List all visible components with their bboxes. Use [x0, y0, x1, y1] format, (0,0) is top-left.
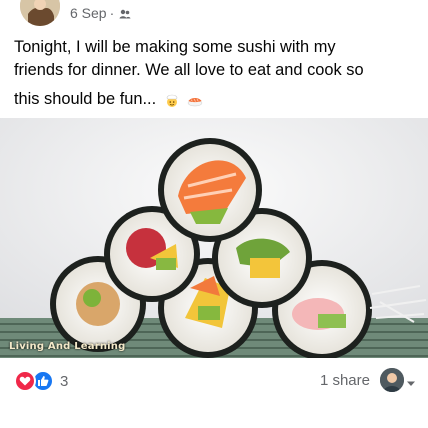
viewer-avatar[interactable]: [380, 368, 404, 392]
love-reaction-icon: [14, 370, 36, 392]
friends-icon[interactable]: [119, 7, 131, 19]
sushi-photo[interactable]: Living And Learning: [0, 118, 428, 358]
post-date[interactable]: 6 Sep: [70, 5, 107, 21]
post-text-line: this should be fun...: [14, 90, 157, 108]
photo-watermark: Living And Learning: [9, 341, 126, 352]
post-text-line: Tonight, I will be making some sushi wit…: [14, 38, 336, 56]
sushi-emoji: [187, 92, 203, 108]
post-text-line-last: this should be fun...: [14, 88, 419, 111]
chevron-down-icon[interactable]: [406, 375, 416, 386]
post-text: Tonight, I will be making some sushi wit…: [14, 36, 419, 111]
meta-separator: ·: [109, 5, 115, 21]
post-footer: 3 1 share: [0, 358, 428, 404]
reactions-summary[interactable]: 3: [14, 370, 68, 392]
post-text-line: friends for dinner. We all love to eat a…: [14, 61, 364, 79]
reaction-count[interactable]: 3: [60, 373, 68, 390]
post-meta: 6 Sep ·: [70, 5, 131, 21]
share-count[interactable]: 1 share: [320, 372, 370, 389]
author-avatar[interactable]: [20, 0, 60, 26]
cook-emoji: [164, 92, 180, 108]
post-header: 6 Sep ·: [0, 0, 428, 30]
